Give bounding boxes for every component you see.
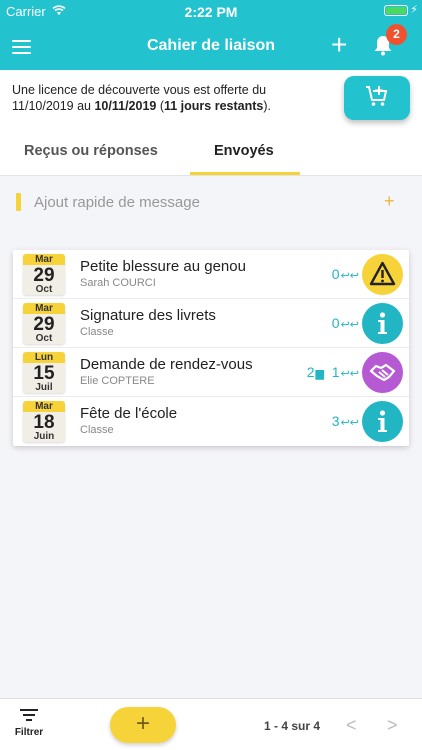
message-counts: 2▆ 1↩↩ <box>307 364 359 380</box>
info-icon <box>362 401 403 442</box>
message-counts: 3↩↩ <box>332 413 359 429</box>
date-tag: Mar 29 Oct <box>23 303 65 344</box>
active-tab-indicator <box>190 172 300 175</box>
info-icon <box>362 303 403 344</box>
notification-badge: 2 <box>386 24 407 45</box>
message-title: Signature des livrets <box>80 307 216 324</box>
reply-count: 0 <box>331 315 340 331</box>
list-item[interactable]: Mar 29 Oct Petite blessure au genou Sara… <box>13 250 409 299</box>
licence-text: Une licence de découverte vous est offer… <box>12 83 271 113</box>
message-list: Mar 29 Oct Petite blessure au genou Sara… <box>13 250 409 446</box>
status-bar: Carrier 2:22 PM ⚡ <box>0 0 422 22</box>
message-counts: 0↩↩ <box>332 266 359 282</box>
date-tag: Lun 15 Juil <box>23 352 65 393</box>
message-title: Demande de rendez-vous <box>80 356 253 373</box>
filter-icon <box>12 709 46 721</box>
message-title: Petite blessure au genou <box>80 258 246 275</box>
chevron-right-icon[interactable]: > <box>387 715 398 736</box>
tab-sent[interactable]: Envoyés <box>214 143 274 159</box>
message-author: Classe <box>80 326 114 338</box>
list-item[interactable]: Mar 29 Oct Signature des livrets Classe … <box>13 299 409 348</box>
comment-count: 2 <box>306 364 315 380</box>
quick-message-input[interactable] <box>34 188 374 216</box>
list-item[interactable]: Mar 18 Juin Fête de l'école Classe 3↩↩ <box>13 397 409 446</box>
quick-message-marker <box>16 193 21 211</box>
reply-icon: ↩↩ <box>340 270 359 282</box>
quick-message-add-icon[interactable]: + <box>384 191 395 212</box>
reply-count: 0 <box>331 266 340 282</box>
pagination-label: 1 - 4 sur 4 <box>264 719 321 733</box>
date-tag: Mar 29 Oct <box>23 254 65 295</box>
message-author: Elie COPTERE <box>80 375 155 387</box>
message-author: Sarah COURCI <box>80 277 156 289</box>
new-message-button[interactable]: + <box>110 707 176 743</box>
cart-plus-icon <box>366 86 388 106</box>
comment-icon: ▆ <box>315 368 324 380</box>
tab-bar: Reçus ou réponses Envoyés <box>0 130 422 176</box>
message-author: Classe <box>80 424 114 436</box>
tab-received[interactable]: Reçus ou réponses <box>24 143 158 159</box>
buy-licence-button[interactable] <box>344 76 410 120</box>
reply-icon: ↩↩ <box>340 417 359 429</box>
date-tag: Mar 18 Juin <box>23 401 65 442</box>
reply-icon: ↩↩ <box>340 368 359 380</box>
warning-icon <box>362 254 403 295</box>
message-title: Fête de l'école <box>80 405 178 422</box>
quick-message-bar: + <box>14 183 408 221</box>
reply-count: 3 <box>331 413 340 429</box>
page-title: Cahier de liaison <box>146 37 276 54</box>
battery-icon <box>384 5 408 16</box>
list-item[interactable]: Lun 15 Juil Demande de rendez-vous Elie … <box>13 348 409 397</box>
status-time: 2:22 PM <box>184 4 238 20</box>
message-counts: 0↩↩ <box>332 315 359 331</box>
licence-remaining: 11 jours restants <box>164 99 264 113</box>
chevron-left-icon[interactable]: < <box>346 715 357 736</box>
reply-count: 1 <box>331 364 340 380</box>
add-message-icon[interactable]: + <box>331 31 347 59</box>
filter-button[interactable]: Filtrer <box>12 709 46 738</box>
filter-label: Filtrer <box>14 727 44 738</box>
licence-end-date: 10/11/2019 <box>94 99 157 113</box>
licence-banner: Une licence de découverte vous est offer… <box>0 70 422 130</box>
charging-icon: ⚡ <box>410 4 418 16</box>
handshake-icon <box>362 352 403 393</box>
bottom-bar: Filtrer + 1 - 4 sur 4 < > <box>0 698 422 750</box>
reply-icon: ↩↩ <box>340 319 359 331</box>
top-bar: Carrier 2:22 PM ⚡ Cahier de liaison + 2 <box>0 0 422 70</box>
